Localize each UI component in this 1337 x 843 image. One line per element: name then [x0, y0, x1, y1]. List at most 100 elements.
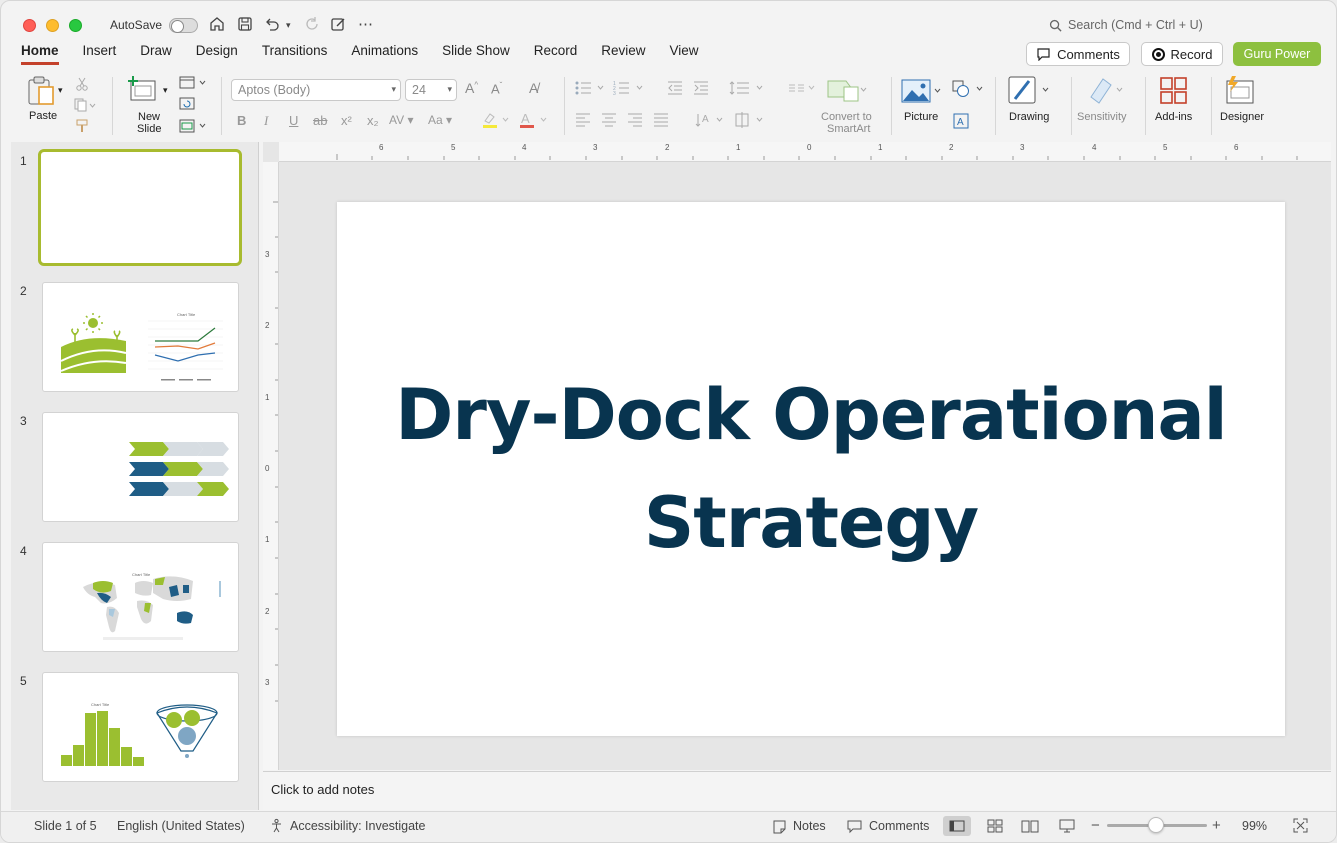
edit-icon[interactable] — [329, 15, 347, 39]
guru-power-button[interactable]: Guru Power — [1233, 42, 1321, 66]
new-slide-icon[interactable] — [128, 75, 158, 106]
decrease-font-icon[interactable]: Aˇ — [491, 81, 502, 96]
superscript-icon[interactable]: x² — [341, 113, 352, 128]
add-ins-icon[interactable] — [1159, 76, 1189, 109]
reset-slide-icon[interactable] — [179, 97, 195, 114]
tab-slide-show[interactable]: Slide Show — [442, 43, 510, 65]
tab-transitions[interactable]: Transitions — [262, 43, 328, 65]
more-icon[interactable]: ⋯ — [358, 15, 373, 35]
normal-view-button[interactable] — [943, 816, 971, 836]
zoom-window-button[interactable] — [69, 19, 82, 32]
underline-icon[interactable]: U — [289, 113, 298, 128]
tab-design[interactable]: Design — [196, 43, 238, 65]
presenter-view-button[interactable] — [1053, 816, 1081, 836]
slide-thumbnails-panel[interactable]: 1 2 Chart Title 3 4 Chart Title 5 Chart … — [11, 142, 259, 810]
notes-icon[interactable] — [772, 820, 787, 837]
accessibility-status[interactable]: Accessibility: Investigate — [290, 819, 425, 833]
font-color-icon[interactable]: A — [519, 111, 551, 132]
text-box-icon[interactable]: A — [953, 113, 969, 132]
tab-home[interactable]: Home — [21, 43, 59, 65]
designer-icon[interactable] — [1223, 75, 1259, 110]
slide-thumbnail-2[interactable]: Chart Title — [42, 282, 239, 392]
character-spacing-icon[interactable]: AV ▾ — [389, 113, 413, 127]
comments-button[interactable]: Comments — [1026, 42, 1130, 66]
undo-icon[interactable] — [263, 15, 281, 39]
tab-review[interactable]: Review — [601, 43, 645, 65]
align-center-icon[interactable] — [601, 113, 617, 130]
increase-indent-icon[interactable] — [693, 80, 709, 99]
slide-thumbnail-3[interactable] — [42, 412, 239, 522]
autosave-toggle[interactable] — [169, 18, 198, 33]
ruler-tick: 1 — [878, 143, 883, 152]
zoom-out-icon[interactable]: − — [1091, 817, 1100, 834]
tab-record[interactable]: Record — [534, 43, 578, 65]
slide-canvas[interactable]: Dry-Dock Operational Strategy — [337, 202, 1285, 736]
slide-editor[interactable]: 6 5 4 3 2 1 0 1 2 3 4 5 6 3 2 1 0 1 2 3 … — [263, 142, 1331, 770]
numbering-icon[interactable]: 123 — [613, 80, 647, 99]
line-spacing-icon[interactable] — [729, 80, 767, 99]
align-text-icon[interactable] — [733, 111, 767, 132]
format-painter-icon[interactable] — [74, 119, 90, 136]
cut-icon[interactable] — [75, 77, 89, 94]
comments-toggle[interactable]: Comments — [869, 819, 929, 833]
notes-toggle[interactable]: Notes — [793, 819, 826, 833]
zoom-in-icon[interactable]: + — [1212, 817, 1221, 834]
text-direction-icon[interactable]: A — [695, 111, 727, 132]
change-case-icon[interactable]: Aa ▾ — [428, 113, 452, 127]
paste-dropdown-icon[interactable]: ▾ — [58, 85, 63, 96]
align-right-icon[interactable] — [627, 113, 643, 130]
save-icon[interactable] — [236, 15, 254, 39]
picture-label: Picture — [904, 111, 939, 123]
font-name-select[interactable]: Aptos (Body) ▾ — [231, 79, 401, 101]
fit-to-window-icon[interactable] — [1293, 818, 1308, 836]
new-slide-dropdown-icon[interactable]: ▾ — [163, 85, 168, 96]
ruler-tick: 3 — [265, 250, 270, 259]
align-left-icon[interactable] — [575, 113, 591, 130]
subscript-icon[interactable]: x₂ — [367, 113, 379, 128]
bullets-icon[interactable] — [574, 80, 608, 99]
slide-sorter-view-button[interactable] — [981, 816, 1009, 836]
tab-animations[interactable]: Animations — [351, 43, 418, 65]
slide-title[interactable]: Dry-Dock Operational Strategy — [381, 361, 1241, 577]
clear-formatting-icon[interactable]: A̸ — [529, 80, 538, 96]
home-icon[interactable] — [208, 15, 226, 39]
comment-icon[interactable] — [847, 820, 862, 837]
minimize-window-button[interactable] — [46, 19, 59, 32]
copy-icon[interactable] — [73, 98, 97, 115]
decrease-indent-icon[interactable] — [667, 80, 683, 99]
highlight-icon[interactable] — [481, 111, 513, 132]
zoom-slider-handle[interactable] — [1148, 817, 1164, 833]
columns-icon[interactable] — [787, 80, 819, 99]
picture-icon[interactable] — [901, 77, 943, 108]
tab-draw[interactable]: Draw — [140, 43, 172, 65]
undo-dropdown-icon[interactable]: ▾ — [286, 15, 291, 35]
ribbon-separator — [995, 77, 996, 135]
increase-font-icon[interactable]: A^ — [465, 80, 478, 96]
font-size-select[interactable]: 24 ▾ — [405, 79, 457, 101]
paste-icon[interactable] — [25, 75, 57, 110]
slide-thumbnail-5[interactable]: Chart Title — [42, 672, 239, 782]
tab-view[interactable]: View — [670, 43, 699, 65]
italic-icon[interactable]: I — [264, 113, 268, 129]
smartart-icon[interactable] — [826, 77, 868, 108]
slide-thumbnail-4[interactable]: Chart Title — [42, 542, 239, 652]
slide-thumbnail-1[interactable] — [38, 149, 242, 266]
search-field[interactable]: Search (Cmd + Ctrl + U) — [1049, 18, 1203, 32]
accessibility-icon[interactable] — [269, 818, 284, 836]
sensitivity-icon[interactable] — [1085, 75, 1125, 110]
drawing-icon[interactable] — [1007, 75, 1051, 110]
justify-icon[interactable] — [653, 113, 669, 130]
tab-insert[interactable]: Insert — [83, 43, 117, 65]
strikethrough-icon[interactable]: ab — [313, 113, 327, 128]
record-button[interactable]: Record — [1141, 42, 1223, 66]
close-window-button[interactable] — [23, 19, 36, 32]
zoom-level[interactable]: 99% — [1242, 819, 1267, 833]
bold-icon[interactable]: B — [237, 113, 246, 128]
reading-view-button[interactable] — [1016, 816, 1044, 836]
notes-field[interactable]: Click to add notes — [263, 771, 1331, 810]
section-icon[interactable] — [179, 119, 209, 136]
shapes-icon[interactable] — [951, 79, 985, 104]
redo-icon[interactable] — [303, 15, 321, 39]
layout-icon[interactable] — [179, 76, 209, 93]
language-indicator[interactable]: English (United States) — [117, 819, 245, 833]
